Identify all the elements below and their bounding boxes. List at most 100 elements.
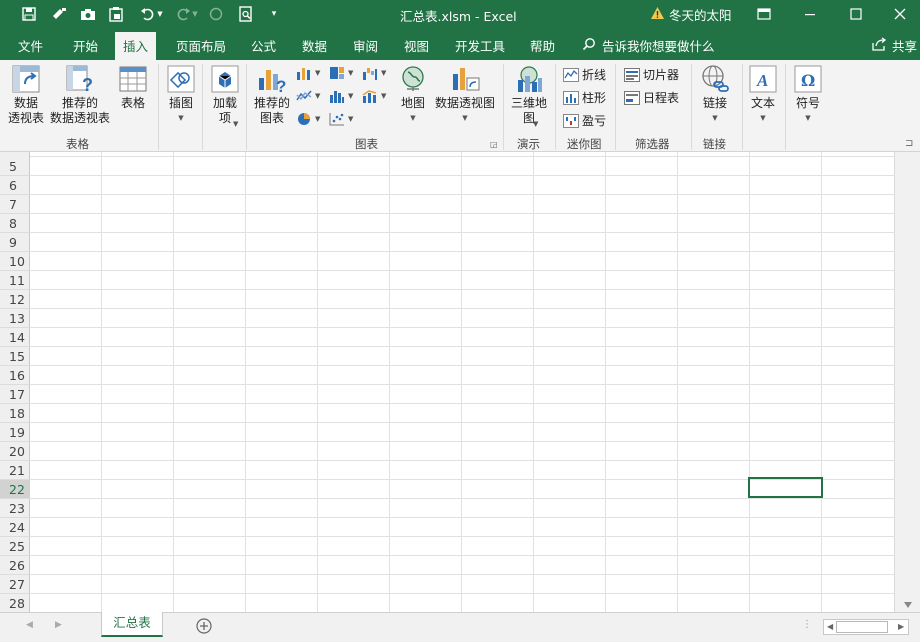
minimize-icon[interactable] (790, 0, 830, 28)
row-header[interactable]: 13 (0, 309, 30, 328)
row-header[interactable]: 20 (0, 442, 30, 461)
tab-file[interactable]: 文件 (18, 36, 43, 55)
gridline (605, 152, 606, 612)
sparkline-winloss-button[interactable]: 盈亏 (563, 112, 606, 129)
share-button[interactable]: 共享 (872, 36, 917, 55)
vertical-scrollbar[interactable] (894, 152, 920, 612)
horizontal-scrollbar[interactable]: ◀ ▶ (823, 619, 909, 635)
row-header[interactable]: 18 (0, 404, 30, 423)
timeline-button[interactable]: 日程表 (624, 89, 679, 106)
scroll-thumb[interactable] (836, 621, 888, 633)
save-icon[interactable] (18, 4, 40, 24)
tab-developer[interactable]: 开发工具 (455, 36, 505, 55)
row-header[interactable]: 15 (0, 347, 30, 366)
addins-button[interactable]: 加载 项 ▼ (207, 64, 243, 128)
row-header[interactable]: 5 (0, 157, 30, 176)
row-header[interactable]: 11 (0, 271, 30, 290)
combo-chart-button[interactable]: ▼ (362, 89, 386, 103)
row-header[interactable]: 19 (0, 423, 30, 442)
slicer-button[interactable]: 切片器 (624, 66, 679, 83)
row-header[interactable]: 22 (0, 480, 30, 499)
pivot-table-button[interactable]: 数据 透视表 (7, 64, 45, 126)
active-cell[interactable] (748, 477, 823, 498)
customize-icon[interactable]: ▾ (263, 4, 285, 24)
row-header[interactable]: 21 (0, 461, 30, 480)
tab-help[interactable]: 帮助 (530, 36, 555, 55)
prev-sheet-icon[interactable]: ◀ (26, 620, 33, 630)
row-header[interactable]: 16 (0, 366, 30, 385)
link-button[interactable]: 链接 ▼ (697, 64, 733, 126)
table-button[interactable]: 表格 (116, 64, 150, 111)
column-chart-button[interactable]: ▼ (296, 66, 320, 80)
tab-review[interactable]: 审阅 (353, 36, 378, 55)
row-header[interactable]: 25 (0, 537, 30, 556)
symbols-button[interactable]: Ω 符号 ▼ (790, 64, 826, 126)
chevron-down-icon: ▼ (533, 120, 539, 128)
maximize-icon[interactable] (836, 0, 876, 28)
tell-me-box[interactable]: 告诉我你想要做什么 (582, 36, 715, 55)
row-header[interactable]: 24 (0, 518, 30, 537)
tab-insert[interactable]: 插入 (115, 32, 157, 60)
sparkline-line-button[interactable]: 折线 (563, 66, 606, 83)
clipboard-icon[interactable] (105, 4, 127, 24)
sheet-tab-summary[interactable]: 汇总表 (101, 612, 163, 637)
row-header[interactable]: 9 (0, 233, 30, 252)
sparkline-column-button[interactable]: 柱形 (563, 89, 606, 106)
row-header[interactable]: 14 (0, 328, 30, 347)
scatter-chart-button[interactable]: ▼ (329, 112, 353, 126)
pivot-chart-button[interactable]: 数据透视图 ▼ (433, 64, 497, 126)
worksheet-grid[interactable]: 5 6 7 8 9 10 11 12 13 14 15 16 17 18 19 20 21 22 23 24 25 26 2… (0, 152, 920, 612)
row-header[interactable]: 10 (0, 252, 30, 271)
cells-area[interactable] (30, 152, 894, 612)
recommended-pivot-button[interactable]: ? 推荐的 数据透视表 (48, 64, 112, 126)
chevron-down-icon: ▼ (462, 114, 468, 122)
redo-dropdown-icon[interactable]: ▼ (189, 4, 201, 24)
ribbon-display-options-icon[interactable] (744, 0, 784, 28)
dialog-launcher-icon[interactable]: ◲ (490, 140, 498, 149)
next-sheet-icon[interactable]: ▶ (55, 620, 62, 630)
illustrations-button[interactable]: 插图 ▼ (164, 64, 198, 126)
group-label-charts: 图表 (355, 137, 378, 151)
waterfall-chart-button[interactable]: ▼ (362, 66, 386, 80)
line-chart-button[interactable]: ▼ (296, 89, 320, 103)
row-header[interactable]: 26 (0, 556, 30, 575)
recommended-charts-button[interactable]: ? 推荐的 图表 (251, 64, 293, 126)
gridline (30, 574, 894, 575)
hierarchy-chart-button[interactable]: ▼ (329, 66, 353, 80)
user-account[interactable]: 冬天的太阳 (650, 5, 732, 24)
row-header[interactable]: 17 (0, 385, 30, 404)
gridline (30, 156, 894, 157)
tab-home[interactable]: 开始 (73, 36, 98, 55)
tab-page-layout[interactable]: 页面布局 (176, 36, 226, 55)
map3d-button[interactable]: 三维地 图 ▼ (508, 64, 550, 128)
collapse-ribbon-icon[interactable]: ⊐ (905, 138, 913, 149)
format-painter-icon[interactable] (48, 4, 70, 24)
scroll-down-icon[interactable] (904, 602, 912, 608)
tab-data[interactable]: 数据 (302, 36, 327, 55)
statistic-chart-button[interactable]: ▼ (329, 89, 353, 103)
row-header[interactable]: 28 (0, 594, 30, 612)
row-header[interactable]: 12 (0, 290, 30, 309)
gridline (30, 232, 894, 233)
tab-view[interactable]: 视图 (404, 36, 429, 55)
row-header[interactable]: 8 (0, 214, 30, 233)
maps-button[interactable]: 地图 ▼ (398, 64, 428, 126)
tab-formulas[interactable]: 公式 (251, 36, 276, 55)
row-header[interactable]: 27 (0, 575, 30, 594)
text-button[interactable]: A 文本 ▼ (746, 64, 780, 126)
row-header[interactable]: 23 (0, 499, 30, 518)
camera-icon[interactable] (77, 4, 99, 24)
close-icon[interactable] (880, 0, 920, 28)
link-icon (702, 65, 729, 92)
scroll-right-icon[interactable]: ▶ (898, 622, 904, 631)
scroll-left-icon[interactable]: ◀ (827, 622, 833, 631)
circle-icon[interactable] (205, 4, 227, 24)
row-headers: 5 6 7 8 9 10 11 12 13 14 15 16 17 18 19 20 21 22 23 24 25 26 2… (0, 152, 30, 612)
undo-dropdown-icon[interactable]: ▼ (154, 4, 166, 24)
print-preview-icon[interactable] (235, 4, 257, 24)
row-header[interactable]: 7 (0, 195, 30, 214)
gridline (30, 327, 894, 328)
add-sheet-icon[interactable] (196, 618, 212, 637)
pie-chart-button[interactable]: ▼ (296, 112, 320, 126)
row-header[interactable]: 6 (0, 176, 30, 195)
